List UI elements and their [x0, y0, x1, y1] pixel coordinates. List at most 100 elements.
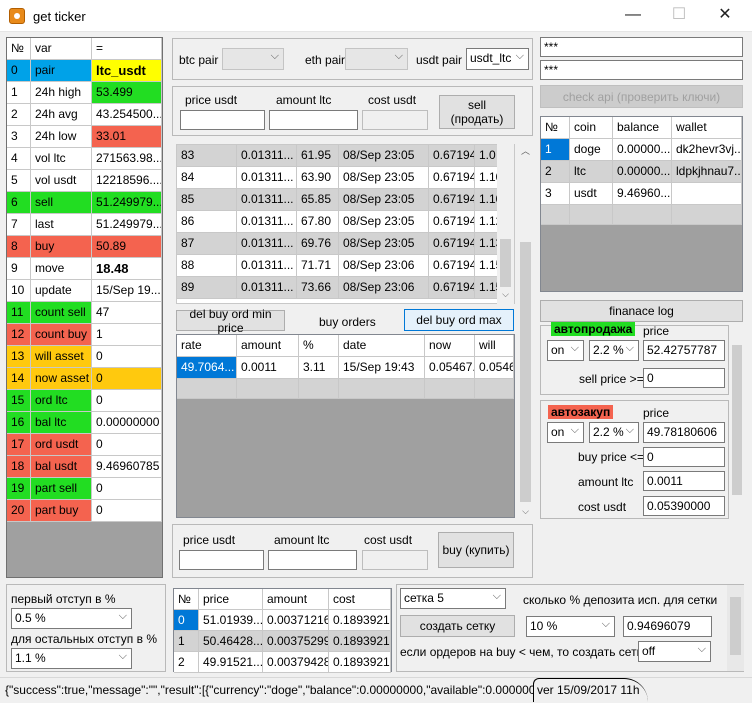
var-name-cell[interactable]: buy	[31, 236, 92, 258]
grid-controls-scrollbar[interactable]	[727, 585, 744, 671]
buy-order-cell[interactable]: 0.0011	[237, 357, 299, 379]
var-value-cell[interactable]: 0	[92, 478, 162, 500]
autosell-pct-select[interactable]: 2.2 % ⌵	[589, 340, 639, 361]
grid-order-cell[interactable]: 0.18939216	[329, 610, 391, 631]
finance-log-button[interactable]: finanace log	[540, 300, 743, 322]
sell-order-cell[interactable]: 87	[177, 233, 237, 255]
var-name-cell[interactable]: last	[31, 214, 92, 236]
scroll-down-icon[interactable]: ⌵	[517, 506, 534, 517]
check-api-button[interactable]: check api (проверить ключи)	[540, 85, 743, 108]
sell-order-cell[interactable]: 1.0	[475, 145, 499, 167]
grid-order-cell[interactable]: 0.00379428	[263, 652, 329, 673]
grid-order-cell[interactable]: 50.46428...	[199, 631, 263, 652]
sell-orders-grid[interactable]: 830.01311...61.9508/Sep 23:050.67194...1…	[176, 144, 515, 304]
buy-order-cell[interactable]: 0.05467...	[425, 357, 475, 379]
var-value-cell[interactable]: 53.499	[92, 82, 162, 104]
balance-cell[interactable]: 0.00000...	[613, 139, 672, 161]
minimize-button[interactable]: —	[610, 0, 656, 32]
var-value-cell[interactable]: 50.89	[92, 236, 162, 258]
sell-order-cell[interactable]: 89	[177, 277, 237, 299]
sell-order-cell[interactable]: 08/Sep 23:06	[339, 277, 429, 299]
buy-order-cell[interactable]: 0.0546	[475, 357, 514, 379]
right-panel-scrollbar[interactable]	[730, 325, 744, 521]
var-name-cell[interactable]: 24h high	[31, 82, 92, 104]
grid-order-cell[interactable]: 0.00371216	[263, 610, 329, 631]
var-name-cell[interactable]: ord ltc	[31, 390, 92, 412]
sell-order-cell[interactable]: 0.01311...	[237, 167, 297, 189]
maximize-button[interactable]: ☐	[656, 0, 702, 32]
var-name-cell[interactable]: pair	[31, 60, 92, 82]
var-value-cell[interactable]: 12218596....	[92, 170, 162, 192]
grid-order-cell[interactable]: 0.00375299	[263, 631, 329, 652]
buy-price-input[interactable]	[179, 550, 264, 570]
var-name-cell[interactable]: vol usdt	[31, 170, 92, 192]
var-value-cell[interactable]: 18.48	[92, 258, 162, 280]
var-name-cell[interactable]: sell	[31, 192, 92, 214]
sell-order-cell[interactable]: 08/Sep 23:05	[339, 233, 429, 255]
scroll-thumb[interactable]	[730, 597, 741, 655]
create-grid-button[interactable]: создать сетку	[400, 615, 515, 637]
var-value-cell[interactable]: ltc_usdt	[92, 60, 162, 82]
buy-order-cell[interactable]: 49.7064...	[177, 357, 237, 379]
vars-grid[interactable]: № var = 0 pair ltc_usdt 1 24h high 53.499 2 24h av…	[6, 37, 163, 578]
autobuy-mode-select[interactable]: on ⌵	[547, 422, 584, 443]
sell-order-cell[interactable]: 0.01311...	[237, 277, 297, 299]
main-vertical-scrollbar[interactable]: ︿ ⌵	[517, 142, 534, 519]
balances-grid[interactable]: № coin balance wallet 1 doge 0.00000... dk2hevr…	[540, 116, 743, 292]
buy-orders-grid[interactable]: rate amount% date now will 49.7064... 0.0011 3.…	[177, 335, 514, 399]
var-value-cell[interactable]: 0	[92, 368, 162, 390]
var-value-cell[interactable]: 0	[92, 500, 162, 522]
sell-order-cell[interactable]: 0.67194...	[429, 277, 475, 299]
sell-order-cell[interactable]: 08/Sep 23:05	[339, 189, 429, 211]
var-name-cell[interactable]: part buy	[31, 500, 92, 522]
sell-order-cell[interactable]: 86	[177, 211, 237, 233]
var-name-cell[interactable]: count buy	[31, 324, 92, 346]
sell-order-cell[interactable]: 63.90	[297, 167, 339, 189]
sell-orders-scrollbar[interactable]: ⌵	[497, 144, 514, 304]
api-secret-input[interactable]: ***	[540, 60, 743, 80]
var-value-cell[interactable]: 43.254500...	[92, 104, 162, 126]
sell-order-cell[interactable]: 0.01311...	[237, 233, 297, 255]
sell-order-cell[interactable]: 0.67194...	[429, 211, 475, 233]
grid-order-cell[interactable]: 0.18939216	[329, 631, 391, 652]
autosell-mode-select[interactable]: on ⌵	[547, 340, 584, 361]
balance-cell[interactable]: 3	[541, 183, 570, 205]
var-name-cell[interactable]: vol ltc	[31, 148, 92, 170]
sell-order-cell[interactable]: 67.80	[297, 211, 339, 233]
var-name-cell[interactable]: ord usdt	[31, 434, 92, 456]
sell-order-cell[interactable]: 08/Sep 23:05	[339, 211, 429, 233]
sell-order-cell[interactable]: 1.10	[475, 167, 499, 189]
balance-cell[interactable]: usdt	[570, 183, 613, 205]
var-value-cell[interactable]: 9.46960785	[92, 456, 162, 478]
autobuy-amount-input[interactable]: 0.0011	[643, 471, 725, 491]
var-name-cell[interactable]: move	[31, 258, 92, 280]
sell-order-cell[interactable]: 0.67194...	[429, 167, 475, 189]
del-buy-max-button[interactable]: del buy ord max	[404, 309, 514, 331]
sell-order-cell[interactable]: 08/Sep 23:06	[339, 255, 429, 277]
sell-order-cell[interactable]: 0.01311...	[237, 145, 297, 167]
autobuy-price-input[interactable]: 49.78180606	[643, 422, 725, 443]
balance-cell[interactable]: 1	[541, 139, 570, 161]
var-value-cell[interactable]: 51.249979...	[92, 214, 162, 236]
grid-preset-select[interactable]: сетка 5 ⌵	[400, 588, 506, 609]
buy-button[interactable]: buy (купить)	[438, 532, 514, 568]
scroll-thumb[interactable]	[500, 239, 511, 287]
var-value-cell[interactable]: 0	[92, 390, 162, 412]
sell-button[interactable]: sell (продать)	[439, 95, 515, 129]
grid-amount-input[interactable]: 0.94696079	[623, 616, 712, 637]
scroll-thumb[interactable]	[520, 242, 531, 502]
sell-order-cell[interactable]: 1.10	[475, 189, 499, 211]
sell-order-cell[interactable]: 83	[177, 145, 237, 167]
sell-order-cell[interactable]: 0.67194...	[429, 233, 475, 255]
var-name-cell[interactable]: 24h avg	[31, 104, 92, 126]
var-value-cell[interactable]: 1	[92, 324, 162, 346]
balance-cell[interactable]: ltc	[570, 161, 613, 183]
var-name-cell[interactable]: bal usdt	[31, 456, 92, 478]
sell-order-cell[interactable]: 0.01311...	[237, 189, 297, 211]
grid-pct-select[interactable]: 10 % ⌵	[526, 616, 615, 637]
close-button[interactable]: ✕	[702, 0, 748, 32]
other-offset-select[interactable]: 1.1 % ⌵	[11, 648, 132, 669]
var-name-cell[interactable]: count sell	[31, 302, 92, 324]
buy-order-cell[interactable]: 15/Sep 19:43	[339, 357, 425, 379]
sell-order-cell[interactable]: 85	[177, 189, 237, 211]
